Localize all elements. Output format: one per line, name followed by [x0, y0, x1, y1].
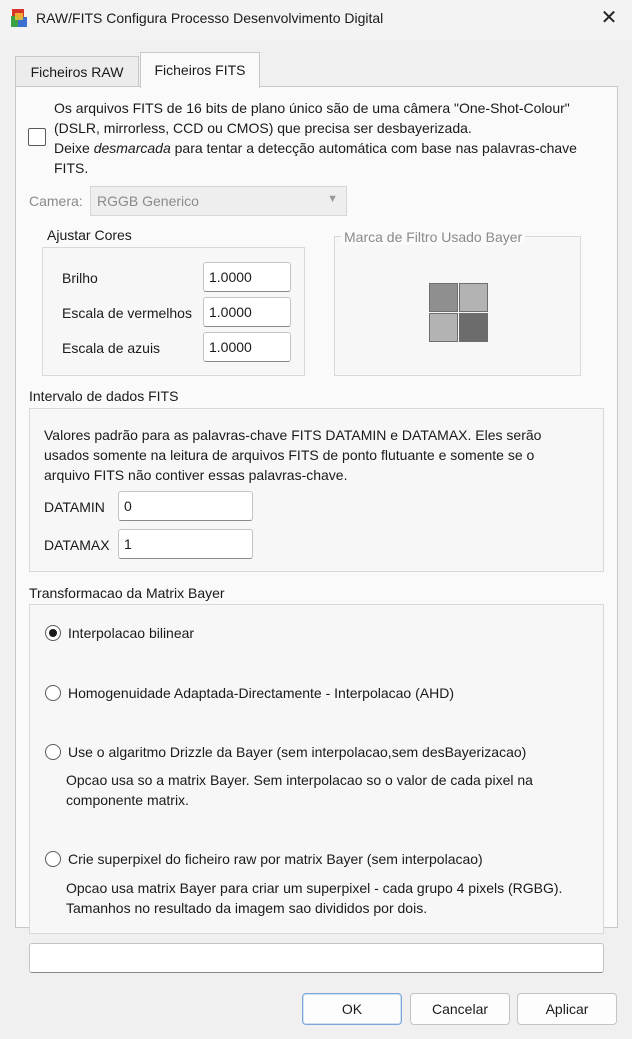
ahd-option-label[interactable]: Homogenuidade Adaptada-Directamente - In… — [68, 685, 454, 701]
drizzle-option-label[interactable]: Use o algaritmo Drizzle da Bayer (sem in… — [68, 744, 526, 760]
close-icon[interactable]: ✕ — [590, 4, 628, 34]
description-line: usados somente na leitura de arquivos FI… — [44, 447, 535, 463]
apply-button[interactable]: Aplicar — [517, 993, 617, 1025]
camera-label: Camera: — [29, 193, 83, 209]
bayer-filter-mark-title: Marca de Filtro Usado Bayer — [341, 229, 526, 245]
description-line: Deixe desmarcada para tentar a detecção … — [54, 138, 614, 158]
description-line: Valores padrão para as palavras-chave FI… — [44, 427, 542, 443]
datamax-label: DATAMAX — [44, 537, 110, 553]
tab-fits-files[interactable]: Ficheiros FITS — [140, 52, 260, 88]
bayer-cell — [459, 313, 488, 342]
description-line: Opcao usa so a matrix Bayer. Sem interpo… — [66, 772, 533, 788]
datamax-field[interactable]: 1 — [118, 529, 253, 559]
description-line: (DSLR, mirrorless, CCD ou CMOS) que prec… — [54, 120, 472, 136]
description-emphasis: desmarcada — [93, 140, 171, 156]
datamin-field[interactable]: 0 — [118, 491, 253, 521]
brightness-field[interactable]: 1.0000 — [203, 262, 291, 292]
blue-scale-field[interactable]: 1.0000 — [203, 332, 291, 362]
description-line: Os arquivos FITS de 16 bits de plano úni… — [54, 100, 570, 116]
bayer-pattern-grid — [429, 283, 489, 343]
description-text: para tentar a detecção automática com ba… — [170, 140, 577, 156]
datamin-label: DATAMIN — [44, 499, 105, 515]
tab-raw-files[interactable]: Ficheiros RAW — [15, 56, 139, 88]
fits-range-title: Intervalo de dados FITS — [29, 388, 179, 404]
superpixel-option-label[interactable]: Crie superpixel do ficheiro raw por matr… — [68, 851, 483, 867]
bayer-transform-title: Transformacao da Matrix Bayer — [29, 585, 225, 601]
one-shot-colour-description: Os arquivos FITS de 16 bits de plano úni… — [54, 98, 614, 178]
description-line: arquivo FITS não contiver essas palavras… — [44, 467, 348, 483]
blue-scale-label: Escala de azuis — [62, 340, 161, 356]
red-scale-field[interactable]: 1.0000 — [203, 297, 291, 327]
fits-range-description: Valores padrão para as palavras-chave FI… — [44, 425, 589, 485]
dropdown-arrow-icon: ▼ — [327, 193, 338, 205]
camera-select[interactable]: RGGB Generico ▼ — [90, 186, 347, 216]
window-title: RAW/FITS Configura Processo Desenvolvime… — [36, 10, 384, 26]
radio-bilinear[interactable] — [45, 625, 61, 641]
cancel-button[interactable]: Cancelar — [410, 993, 510, 1025]
description-line: Tamanhos no resultado da imagem sao divi… — [66, 900, 428, 916]
description-text: Deixe — [54, 140, 94, 156]
description-line: Opcao usa matrix Bayer para criar um sup… — [66, 880, 563, 896]
red-scale-label: Escala de vermelhos — [62, 305, 192, 321]
description-line: FITS. — [54, 160, 89, 176]
bayer-cell — [429, 313, 458, 342]
description-line: componente matrix. — [66, 792, 189, 808]
brightness-label: Brilho — [62, 270, 98, 286]
bayer-cell — [429, 283, 458, 312]
adjust-colors-title: Ajustar Cores — [47, 227, 132, 243]
bilinear-option-label[interactable]: Interpolacao bilinear — [68, 625, 194, 641]
status-field[interactable] — [29, 943, 604, 973]
app-icon — [11, 9, 27, 27]
radio-ahd[interactable] — [45, 685, 61, 701]
superpixel-option-description: Opcao usa matrix Bayer para criar um sup… — [66, 878, 562, 918]
camera-select-value: RGGB Generico — [97, 193, 199, 209]
ok-button[interactable]: OK — [302, 993, 402, 1025]
one-shot-colour-checkbox[interactable] — [28, 128, 46, 146]
radio-drizzle[interactable] — [45, 744, 61, 760]
bayer-cell — [459, 283, 488, 312]
drizzle-option-description: Opcao usa so a matrix Bayer. Sem interpo… — [66, 770, 533, 810]
radio-superpixel[interactable] — [45, 851, 61, 867]
